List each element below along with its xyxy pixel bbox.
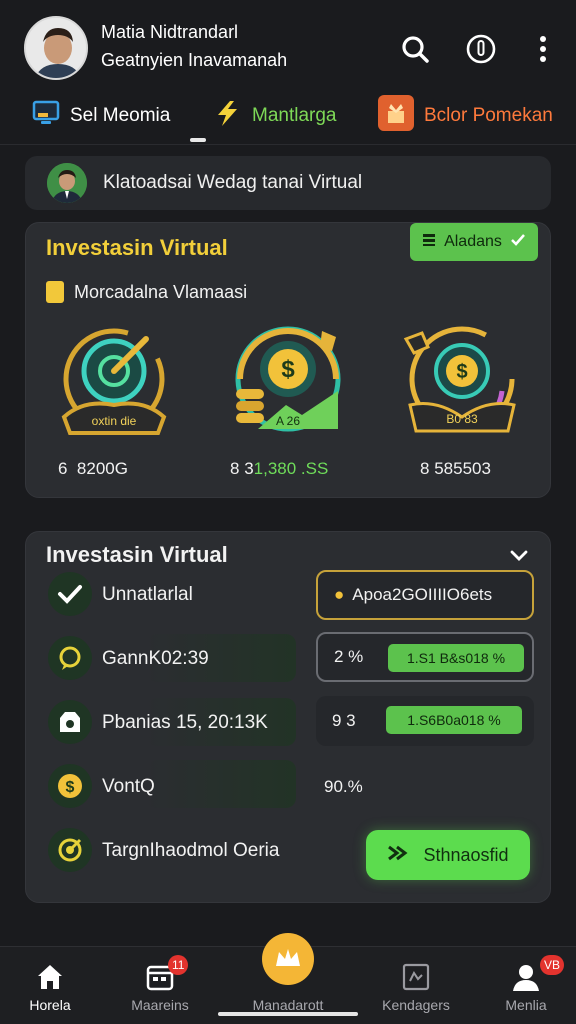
- card-title: Investasin Virtual: [46, 542, 228, 567]
- virtual-banner[interactable]: Klatoadsai Wedag tanai Virtual: [25, 156, 551, 210]
- more-vertical-icon[interactable]: [526, 32, 560, 66]
- coin-icon: $: [48, 764, 92, 808]
- investment-value-1: 6 8200G: [58, 459, 128, 478]
- row-label: GannK02:39: [102, 648, 209, 669]
- investment-value-3: 8 585503: [420, 459, 491, 478]
- active-tab-indicator: [190, 138, 206, 142]
- investment-card: Investasin Virtual Aladans Morcadalna Vl…: [25, 222, 551, 498]
- investment-item-target[interactable]: oxtin die: [54, 321, 174, 441]
- power-icon[interactable]: [464, 32, 498, 66]
- home-indicator: [218, 1012, 358, 1016]
- user-avatar[interactable]: [24, 16, 88, 80]
- investment-list-card: Investasin Virtual Unnatlarlal ● Apoa2GO…: [25, 531, 551, 903]
- tab-bclor-pomekan[interactable]: Bclor Pomekan: [378, 94, 553, 138]
- banner-avatar: [47, 163, 87, 203]
- icon-caption: oxtin die: [92, 414, 137, 428]
- chat-icon: [48, 636, 92, 680]
- nav-label: Manadarott: [252, 997, 324, 1013]
- status-badge[interactable]: Aladans: [410, 223, 538, 261]
- check-icon: [48, 572, 92, 616]
- divider: [0, 144, 576, 145]
- rate-box-text: Apoa2GOIIIIO6ets: [352, 585, 493, 604]
- nav-item-gallery[interactable]: Kendagers: [366, 947, 466, 1024]
- monitor-icon: [32, 100, 60, 132]
- nav-label: Horela: [29, 997, 71, 1013]
- nav-item-calendar[interactable]: 11 Maareins: [110, 947, 210, 1024]
- row-label: Unnatlarlal: [102, 584, 193, 605]
- home-icon: [34, 961, 66, 993]
- crown-icon: [262, 933, 314, 985]
- user-subtitle: Geatnyien Inavamanah: [101, 50, 288, 70]
- rate-pill: 1.S1 B&s018 %: [388, 644, 524, 672]
- banner-text: Klatoadsai Wedag tanai Virtual: [103, 172, 363, 193]
- card-subtitle: Morcadalna Vlamaasi: [46, 281, 247, 303]
- rate-box[interactable]: ● Apoa2GOIIIIO6ets: [316, 570, 534, 620]
- check-icon: [510, 233, 526, 252]
- gallery-icon: [400, 961, 432, 993]
- investment-item-dollar[interactable]: $ A 26: [228, 321, 348, 441]
- row-highlight: [146, 760, 296, 808]
- lightning-icon: [212, 99, 242, 133]
- nav-label: Kendagers: [382, 997, 450, 1013]
- shop-icon: [48, 700, 92, 744]
- rate-box-left: 9 3: [332, 711, 356, 730]
- row-label: TargnIhaodmol Oeria: [102, 840, 280, 861]
- rate-box-left: 2 %: [334, 647, 364, 666]
- top-tabs: Sel Meomia Mantlarga Bclor Pomekan: [0, 94, 576, 144]
- user-icon: [510, 961, 542, 993]
- gift-icon: [378, 95, 414, 137]
- submit-label: Sthnaosfid: [423, 844, 509, 865]
- investment-value-2: 8 31,380 .SS: [230, 459, 329, 478]
- notification-badge: 11: [168, 955, 189, 975]
- double-check-icon: [387, 843, 411, 868]
- tab-label: Bclor Pomekan: [424, 105, 553, 126]
- row-label: Pbanias 15, 20:13K: [102, 712, 268, 733]
- nav-item-home[interactable]: Horela: [0, 947, 100, 1024]
- tab-label: Sel Meomia: [70, 105, 171, 126]
- notification-badge: VB: [540, 955, 565, 975]
- app-header: Matia Nidtrandarl Geatnyien Inavamanah: [0, 0, 576, 92]
- icon-caption: A 26: [276, 414, 300, 428]
- icon-caption: B0 83: [446, 412, 478, 426]
- row-label: VontQ: [102, 776, 155, 797]
- tab-label: Mantlarga: [252, 105, 337, 126]
- svg-text:$: $: [456, 361, 467, 383]
- coin-icon: ●: [334, 585, 345, 604]
- target-icon: [48, 828, 92, 872]
- card-title: Investasin Virtual: [46, 235, 228, 260]
- chevron-down-icon[interactable]: [508, 544, 530, 566]
- submit-button[interactable]: Sthnaosfid: [366, 830, 530, 880]
- tab-mantlarga[interactable]: Mantlarga: [212, 94, 337, 138]
- investment-item-coin[interactable]: $ B0 83: [402, 321, 522, 441]
- nav-label: Maareins: [131, 997, 189, 1013]
- svg-text:$: $: [281, 356, 295, 383]
- user-name: Matia Nidtrandarl: [101, 22, 239, 42]
- list-icon: [422, 233, 436, 252]
- subtitle-label: Morcadalna Vlamaasi: [74, 281, 248, 302]
- search-icon[interactable]: [398, 32, 432, 66]
- rate-pill: 1.S6B0a018 %: [386, 706, 522, 734]
- nav-label: Menlia: [505, 997, 547, 1013]
- tab-sel-meomia[interactable]: Sel Meomia: [32, 94, 170, 138]
- badge-label: Aladans: [444, 233, 502, 250]
- row-value: 90.%: [324, 777, 363, 796]
- rate-box[interactable]: 9 3 1.S6B0a018 %: [316, 696, 534, 746]
- nav-item-profile[interactable]: VB Menlia: [476, 947, 576, 1024]
- rate-box[interactable]: 2 % 1.S1 B&s018 %: [316, 632, 534, 682]
- note-icon: [46, 281, 64, 303]
- svg-text:$: $: [66, 779, 75, 796]
